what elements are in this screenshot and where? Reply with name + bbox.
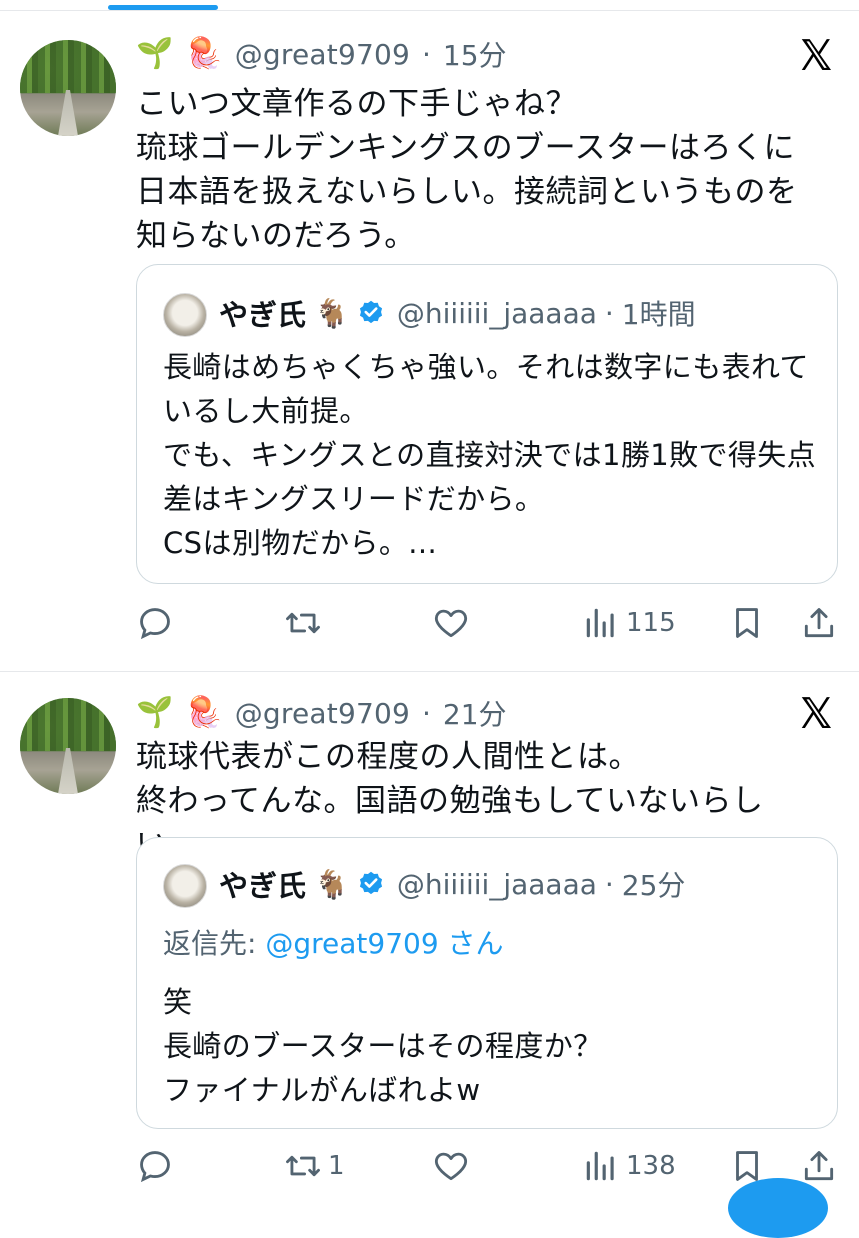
goat-emoji: 🐐 (314, 296, 349, 330)
quoted-tweet[interactable]: やぎ氏 🐐 @hiiiiii_jaaaaa · 1時間 長崎はめちゃくちゃ強い。… (136, 264, 838, 584)
quoted-tweet[interactable]: やぎ氏 🐐 @hiiiiii_jaaaaa · 25分 返信先: @great9… (136, 837, 838, 1129)
quoted-text: 長崎はめちゃくちゃ強い。それは数字にも表れているし大前提。 でも、キングスとの直… (163, 350, 817, 560)
separator: · (422, 696, 431, 730)
x-logo-icon (801, 39, 832, 71)
separator: · (604, 867, 614, 901)
avatar[interactable] (20, 40, 116, 136)
top-divider (0, 10, 859, 11)
reply-mention-link[interactable]: @great9709 (265, 927, 438, 960)
views-button[interactable]: 115 (582, 604, 676, 642)
quoted-text: 笑 長崎のブースターはその程度か？ ファイナルがんばれよw (163, 985, 603, 1107)
reply-button[interactable] (136, 604, 180, 642)
heart-icon (434, 1152, 468, 1181)
share-button[interactable] (800, 604, 838, 642)
quoted-display-name[interactable]: やぎ氏 (219, 863, 306, 905)
action-bar: 1 138 (136, 1147, 836, 1187)
share-button[interactable] (800, 1147, 838, 1185)
separator: · (604, 296, 614, 330)
jellyfish-emoji: 🪼 (185, 36, 223, 71)
view-count: 138 (626, 1151, 676, 1181)
goat-emoji: 🐐 (314, 867, 349, 901)
retweet-button[interactable]: 1 (284, 1147, 345, 1185)
heart-icon (434, 609, 468, 638)
quoted-avatar[interactable] (163, 864, 207, 908)
like-button[interactable] (432, 604, 476, 642)
reply-icon (140, 608, 170, 640)
quoted-handle[interactable]: @hiiiiii_jaaaaa (397, 868, 597, 901)
seedling-emoji: 🌱 (136, 695, 174, 730)
bookmark-icon (736, 608, 758, 638)
tweet-text: こいつ文章作るの下手じゃね？ 琉球ゴールデンキングスのブースターはろくに日本語を… (136, 86, 798, 254)
floating-compose-button[interactable] (728, 1178, 828, 1238)
x-logo-icon (801, 697, 832, 729)
view-count: 115 (626, 608, 676, 638)
verified-badge-icon (359, 871, 382, 895)
seedling-emoji: 🌱 (136, 36, 174, 71)
user-handle[interactable]: @great9709 (235, 38, 410, 71)
quoted-avatar[interactable] (163, 293, 207, 337)
quoted-handle[interactable]: @hiiiiii_jaaaaa (397, 297, 597, 330)
quoted-timestamp[interactable]: 1時間 (622, 293, 696, 333)
user-handle[interactable]: @great9709 (235, 697, 410, 730)
reply-context: 返信先: @great9709 さん (163, 922, 504, 962)
timestamp[interactable]: 15分 (443, 34, 507, 74)
retweet-icon (286, 612, 320, 634)
separator: · (422, 37, 431, 71)
verified-badge-icon (359, 300, 382, 324)
views-button[interactable]: 138 (582, 1147, 676, 1185)
tweet[interactable]: 🌱 🪼 @great9709 · 15分 こいつ文章作るの下手じゃね？ 琉球ゴー… (0, 12, 859, 672)
share-icon (804, 608, 834, 638)
retweet-button[interactable] (284, 604, 328, 642)
avatar[interactable] (20, 698, 116, 794)
tweet-header: 🌱 🪼 @great9709 · 15分 (136, 32, 507, 76)
retweet-icon (286, 1155, 320, 1177)
action-bar: 115 (136, 604, 836, 644)
tweet[interactable]: 🌱 🪼 @great9709 · 21分 琉球代表がこの程度の人間性とは。 終わ… (0, 673, 859, 1200)
share-icon (804, 1151, 834, 1181)
bookmark-button[interactable] (728, 604, 766, 642)
timestamp[interactable]: 21分 (443, 693, 507, 733)
reply-button[interactable] (136, 1147, 180, 1185)
quoted-timestamp[interactable]: 25分 (622, 864, 686, 904)
quoted-header: やぎ氏 🐐 @hiiiiii_jaaaaa · 1時間 (219, 291, 696, 335)
reply-prefix: 返信先: (163, 927, 257, 960)
views-bar-chart-icon (586, 608, 614, 638)
like-button[interactable] (432, 1147, 476, 1185)
views-bar-chart-icon (586, 1151, 614, 1181)
reply-icon (140, 1151, 170, 1183)
reply-suffix: さん (447, 927, 504, 960)
tweet-header: 🌱 🪼 @great9709 · 21分 (136, 691, 507, 735)
quoted-header: やぎ氏 🐐 @hiiiiii_jaaaaa · 25分 (219, 862, 685, 906)
tweet-divider (0, 671, 859, 672)
retweet-count: 1 (328, 1151, 345, 1181)
jellyfish-emoji: 🪼 (185, 695, 223, 730)
quoted-display-name[interactable]: やぎ氏 (219, 292, 306, 334)
